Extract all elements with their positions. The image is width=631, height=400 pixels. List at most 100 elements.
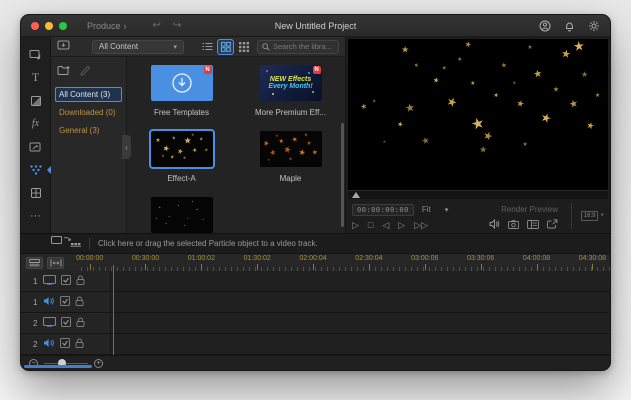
- stop-button[interactable]: □: [368, 220, 373, 231]
- preview-scrubber[interactable]: [348, 190, 608, 199]
- category-item[interactable]: General (3): [55, 123, 122, 138]
- mark-button[interactable]: [527, 216, 539, 234]
- settings-button[interactable]: [588, 20, 600, 32]
- play-button[interactable]: ▷: [352, 220, 359, 231]
- track-enabled-checkbox[interactable]: [60, 293, 70, 311]
- previous-frame-button[interactable]: ◁: [382, 220, 389, 231]
- effect-card-more-premium[interactable]: N NEW Effects Every Month! More Premium …: [236, 65, 345, 117]
- effect-card-partial[interactable]: ★ ★ ★ ★ ★ ★ ★ ★ ★ ★: [127, 197, 236, 233]
- chevron-down-icon: ▾: [444, 206, 449, 214]
- zoom-level-dropdown[interactable]: Fit ▾: [422, 205, 448, 214]
- preview-panel: ★ ★ ★ ★ ★ ★ ★ ★ ★ ★ ★ ★ ★ ★ ★ ★ ★ ★ ★ ★ ★ ★ ★ ★ ★ ★ ★ ★ ★ ★ ★ ★ 00:00:0…: [346, 37, 610, 233]
- app-window: Produce › ↩ ↪ New Untitled Project T fx: [20, 14, 611, 371]
- track-header: 2: [21, 313, 111, 333]
- transport-controls: ▷ □ ◁ ▷ ▷▷: [352, 220, 428, 231]
- timeline-horizontal-scrollbar[interactable]: [24, 365, 92, 368]
- titles-icon: T: [31, 70, 40, 84]
- more-icon: ···: [30, 209, 41, 222]
- library-header: All Content ▾: [51, 37, 345, 57]
- ruler-timestamp: 02:30:04: [355, 255, 383, 270]
- aspect-ratio-value: 16:9: [580, 211, 599, 221]
- timeline-hint-text[interactable]: Click here or drag the selected Particle…: [98, 239, 318, 248]
- track-enabled-checkbox[interactable]: [61, 272, 71, 290]
- render-preview-button[interactable]: Render Preview: [501, 205, 558, 214]
- ruler-timestamp: 00:30:00: [131, 255, 160, 270]
- library-panel: All Content ▾ Search the libra... All Co…: [51, 37, 346, 233]
- library-scrollbar[interactable]: [341, 123, 344, 227]
- grid-view-button[interactable]: [217, 38, 234, 55]
- zoom-window-button[interactable]: [59, 21, 67, 30]
- video-track-icon: [42, 314, 57, 332]
- zoom-in-button[interactable]: +: [94, 358, 103, 368]
- track-lock-button[interactable]: [75, 335, 84, 353]
- undo-button[interactable]: ↩: [153, 20, 161, 31]
- track-lock-button[interactable]: [75, 293, 84, 311]
- add-to-timeline-icon[interactable]: [51, 235, 81, 253]
- preview-viewport[interactable]: ★ ★ ★ ★ ★ ★ ★ ★ ★ ★ ★ ★ ★ ★ ★ ★ ★ ★ ★ ★ ★ ★ ★ ★ ★ ★ ★ ★ ★ ★ ★ ★: [348, 39, 608, 190]
- track-lane[interactable]: [111, 271, 610, 291]
- sidebar-item-elements[interactable]: [21, 135, 51, 158]
- video-track-icon: [42, 272, 57, 290]
- next-frame-button[interactable]: ▷: [398, 220, 405, 231]
- sidebar-item-more[interactable]: ···: [21, 204, 51, 227]
- category-item[interactable]: All Content (3): [55, 87, 122, 102]
- effects-icon: fx: [31, 118, 40, 129]
- sidebar-item-effects[interactable]: fx: [21, 112, 51, 135]
- volume-button[interactable]: [489, 216, 500, 234]
- effect-card-maple[interactable]: ★ ★ ★ ★ ★ ★ ★ ★ ★ ★ ★ ★ Maple: [236, 131, 345, 183]
- fullscreen-button[interactable]: [547, 216, 558, 234]
- track-row[interactable]: 1: [21, 292, 610, 313]
- track-lane[interactable]: [111, 292, 610, 312]
- account-button[interactable]: [539, 20, 551, 32]
- snapshot-button[interactable]: [508, 216, 519, 234]
- sidebar-item-split-screen[interactable]: [21, 181, 51, 204]
- sidebar-item-media[interactable]: [21, 43, 51, 66]
- close-window-button[interactable]: [31, 21, 39, 30]
- delete-collection-icon[interactable]: [78, 63, 90, 81]
- track-enabled-checkbox[interactable]: [60, 335, 70, 353]
- sidebar: T fx ···: [21, 37, 51, 233]
- import-media-icon[interactable]: [57, 38, 70, 56]
- produce-menu-label: Produce: [87, 20, 121, 31]
- sidebar-item-transitions[interactable]: [21, 89, 51, 112]
- track-header: 1: [21, 271, 111, 291]
- list-view-button[interactable]: [200, 40, 215, 54]
- produce-menu[interactable]: Produce ›: [87, 21, 127, 31]
- aspect-ratio-dropdown[interactable]: 16:9 ˅: [580, 211, 604, 221]
- track-row[interactable]: 2: [21, 313, 610, 334]
- sidebar-item-particles[interactable]: [21, 158, 51, 181]
- track-lock-button[interactable]: [76, 272, 85, 290]
- thumbnail-view-button[interactable]: [236, 40, 251, 54]
- minimize-window-button[interactable]: [45, 21, 53, 30]
- track-row[interactable]: 1: [21, 271, 610, 292]
- timeline-ruler: 00:00:00 00:30:00 01:00:02 01:30:02 02:00:04…: [21, 253, 610, 271]
- search-input[interactable]: [273, 42, 335, 51]
- redo-button[interactable]: ↪: [173, 20, 181, 31]
- effect-card-label: Effect-A: [167, 174, 196, 183]
- track-lane[interactable]: [111, 334, 610, 354]
- effect-a-thumbnail: ★ ★ ★ ★ ★ ★ ★ ★ ★ ★ ★ ★: [148, 129, 215, 169]
- add-collection-icon[interactable]: [57, 63, 70, 81]
- effect-card-label: More Premium Eff...: [255, 108, 326, 117]
- zoom-slider[interactable]: [44, 359, 88, 367]
- track-lane[interactable]: [111, 313, 610, 333]
- manage-tracks-button[interactable]: [26, 256, 43, 269]
- ruler-timestamp: 01:30:02: [243, 255, 271, 270]
- track-enabled-checkbox[interactable]: [61, 314, 71, 332]
- ruler-scale[interactable]: 00:00:00 00:30:00 01:00:02 01:30:02 02:00:04…: [76, 254, 610, 271]
- effect-card-effect-a[interactable]: ★ ★ ★ ★ ★ ★ ★ ★ ★ ★ ★ ★ Effect-A: [127, 129, 236, 183]
- sidebar-item-titles[interactable]: T: [21, 66, 51, 89]
- fast-forward-button[interactable]: ▷▷: [414, 220, 428, 231]
- library-search[interactable]: [257, 39, 339, 54]
- collapse-panel-button[interactable]: ‹: [122, 135, 131, 159]
- track-row[interactable]: 2: [21, 334, 610, 355]
- notifications-button[interactable]: [564, 20, 575, 32]
- collection-dropdown[interactable]: All Content ▾: [92, 39, 184, 54]
- timeline-playhead[interactable]: [113, 265, 114, 355]
- track-lock-button[interactable]: [76, 314, 85, 332]
- effect-card-free-templates[interactable]: N Free Templates: [127, 65, 236, 117]
- preview-playhead[interactable]: [352, 192, 360, 198]
- zoom-to-fit-button[interactable]: [47, 256, 64, 269]
- active-panel-marker: [46, 165, 51, 174]
- category-item[interactable]: Downloaded (0): [55, 105, 122, 120]
